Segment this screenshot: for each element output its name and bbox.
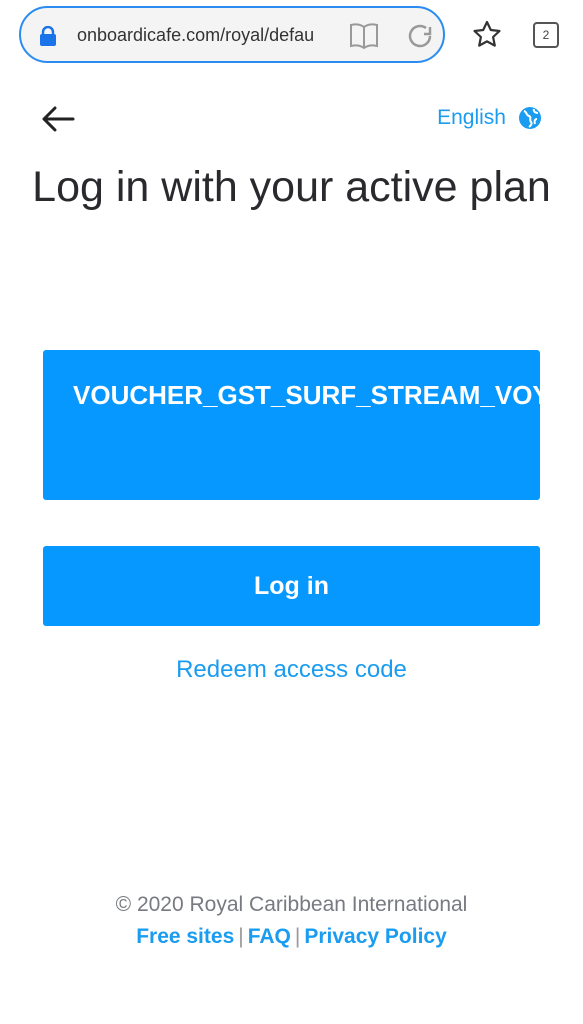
url-text[interactable]: onboardicafe.com/royal/defau <box>77 25 314 46</box>
address-bar[interactable]: onboardicafe.com/royal/defau <box>19 6 445 63</box>
voucher-label: VOUCHER_GST_SURF_STREAM_VOYAGE <box>73 380 540 410</box>
globe-icon <box>519 107 541 129</box>
footer-links: Free sites | FAQ | Privacy Policy <box>0 925 583 949</box>
faq-link[interactable]: FAQ <box>248 925 291 948</box>
separator: | <box>238 925 244 948</box>
back-arrow-icon[interactable] <box>40 104 76 134</box>
plan-voucher-option[interactable]: VOUCHER_GST_SURF_STREAM_VOYAGE <box>43 350 540 500</box>
language-selector[interactable]: English <box>437 106 542 130</box>
reader-mode-icon[interactable] <box>349 22 379 50</box>
lock-icon <box>40 26 56 46</box>
page-title: Log in with your active plan <box>32 163 551 211</box>
redeem-access-code-link[interactable]: Redeem access code <box>0 656 583 684</box>
bookmark-star-icon[interactable] <box>472 20 502 48</box>
tab-switcher-button[interactable]: 2 <box>533 22 559 48</box>
copyright-text: © 2020 Royal Caribbean International <box>115 893 468 916</box>
language-label: English <box>437 106 506 129</box>
separator: | <box>294 925 301 948</box>
reload-icon[interactable] <box>406 22 434 50</box>
free-sites-link[interactable]: Free sites <box>136 925 234 948</box>
privacy-policy-link[interactable]: Privacy Policy <box>304 925 446 948</box>
login-button[interactable]: Log in <box>43 546 540 626</box>
